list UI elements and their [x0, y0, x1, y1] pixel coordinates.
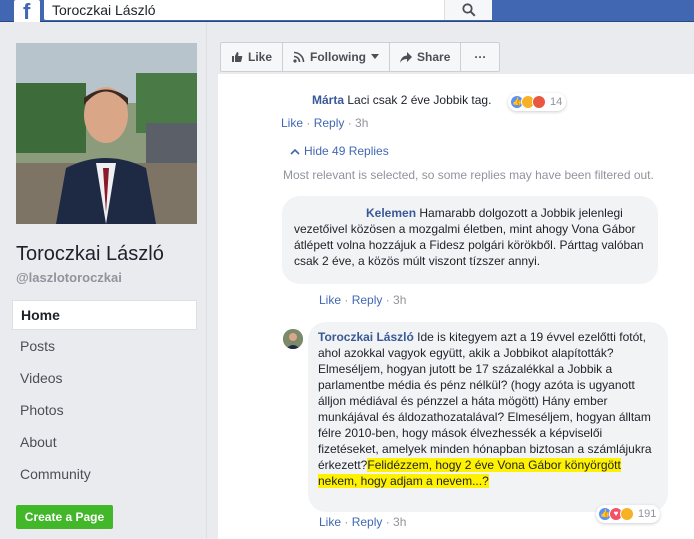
- hide-replies-link[interactable]: Hide 49 Replies: [290, 144, 389, 158]
- page-title: Toroczkai László: [16, 243, 164, 265]
- filter-notice: Most relevant is selected, so some repli…: [283, 168, 654, 182]
- thumbs-up-icon: [232, 52, 243, 62]
- comment-meta: Like · Reply · 3h: [281, 116, 369, 130]
- comments-card: Márta Laci csak 2 éve Jobbik tag. 👍 14 L…: [218, 74, 694, 539]
- comment-meta: Like · Reply · 3h: [319, 293, 407, 307]
- facebook-logo-icon[interactable]: f: [14, 0, 40, 23]
- like-link[interactable]: Like: [281, 116, 303, 130]
- nav-item-about[interactable]: About: [12, 426, 197, 458]
- like-page-button[interactable]: Like: [221, 43, 284, 71]
- timestamp[interactable]: 3h: [355, 116, 368, 130]
- comment-author[interactable]: Márta: [312, 93, 344, 107]
- chevron-down-icon: [371, 54, 380, 59]
- create-page-button[interactable]: Create a Page: [16, 505, 113, 529]
- timestamp[interactable]: 3h: [393, 293, 406, 307]
- search-input[interactable]: Toroczkai László: [44, 0, 444, 20]
- reply-kelemen: Kelemen Hamarabb dolgozott a Jobbik jele…: [282, 196, 658, 284]
- reply-link[interactable]: Reply: [352, 293, 383, 307]
- timestamp[interactable]: 3h: [393, 515, 406, 529]
- search-button[interactable]: [444, 0, 492, 20]
- like-link[interactable]: Like: [319, 515, 341, 529]
- profile-photo[interactable]: [16, 43, 197, 224]
- comment-author[interactable]: Toroczkai László: [318, 330, 414, 344]
- chevron-up-icon: [290, 148, 300, 155]
- page-nav: Home Posts Videos Photos About Community: [12, 300, 197, 490]
- comment-text: Ide is kitegyem azt a 19 évvel ezelőtti …: [318, 330, 652, 472]
- nav-item-photos[interactable]: Photos: [12, 394, 197, 426]
- reaction-summary[interactable]: 👍 ♥ 191: [596, 505, 661, 523]
- top-navigation-bar: f Toroczkai László: [0, 0, 694, 23]
- comment-meta: Like · Reply · 3h: [319, 515, 407, 529]
- angry-reaction-icon: [532, 95, 546, 109]
- wow-reaction-icon: [620, 507, 634, 521]
- page-username[interactable]: @laszlotoroczkai: [16, 270, 122, 285]
- nav-item-posts[interactable]: Posts: [12, 330, 197, 362]
- nav-item-videos[interactable]: Videos: [12, 362, 197, 394]
- reply-link[interactable]: Reply: [314, 116, 345, 130]
- page-action-bar: Like Following Share ···: [220, 42, 501, 72]
- comment-text: Laci csak 2 éve Jobbik tag.: [347, 93, 492, 107]
- nav-item-community[interactable]: Community: [12, 458, 197, 490]
- share-button[interactable]: Share: [390, 43, 462, 71]
- nav-item-home[interactable]: Home: [12, 300, 197, 330]
- search-icon: [462, 3, 476, 17]
- comment-marta: Márta Laci csak 2 éve Jobbik tag.: [232, 84, 508, 114]
- comment-text: Hamarabb dolgozott a Jobbik jelenlegi ve…: [294, 206, 644, 268]
- more-options-button[interactable]: ···: [461, 43, 499, 71]
- reply-link[interactable]: Reply: [352, 515, 383, 529]
- like-link[interactable]: Like: [319, 293, 341, 307]
- comment-author[interactable]: Kelemen: [366, 206, 416, 220]
- rss-icon: [293, 51, 305, 63]
- page-sidebar: Toroczkai László @laszlotoroczkai Home P…: [0, 22, 207, 539]
- following-button[interactable]: Following: [283, 43, 391, 71]
- avatar[interactable]: [283, 329, 303, 349]
- reply-toroczkai: Toroczkai László Ide is kitegyem azt a 1…: [308, 322, 668, 512]
- reaction-summary[interactable]: 👍 14: [508, 93, 567, 111]
- share-arrow-icon: [400, 51, 413, 63]
- main-content: Like Following Share ··· Márta Laci csak…: [208, 22, 694, 539]
